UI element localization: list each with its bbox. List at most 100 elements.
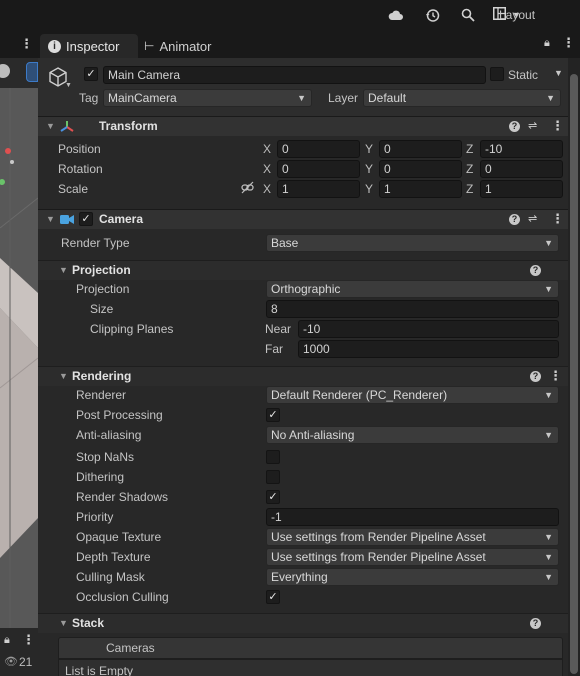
tab-menu-icon[interactable]: ⋮: [562, 35, 575, 51]
position-x-field[interactable]: 0: [277, 140, 360, 158]
chevron-down-icon[interactable]: ▼: [65, 82, 72, 89]
history-icon[interactable]: [422, 0, 442, 30]
culling-mask-dropdown[interactable]: Everything ▼: [266, 568, 559, 586]
scene-toolbar: [0, 58, 38, 88]
chevron-down-icon[interactable]: ▼: [554, 68, 563, 78]
presets-icon[interactable]: ⇌: [528, 117, 537, 135]
renderer-value: Default Renderer (PC_Renderer): [271, 388, 448, 402]
object-name-field[interactable]: Main Camera: [103, 66, 486, 84]
position-label: Position: [58, 142, 101, 156]
axis-z-label: Z: [466, 162, 474, 176]
camera-icon: [60, 214, 74, 228]
scrollbar-thumb[interactable]: [570, 74, 578, 674]
component-menu-icon[interactable]: ⋮: [551, 117, 564, 135]
projection-header[interactable]: ▼ Projection ?: [38, 260, 568, 280]
expand-triangle-icon[interactable]: ▼: [46, 117, 55, 135]
near-label: Near: [265, 322, 292, 336]
opaque-texture-dropdown[interactable]: Use settings from Render Pipeline Asset …: [266, 528, 559, 546]
scale-y-field[interactable]: 1: [379, 180, 462, 198]
inspector-tabs: i Inspector ⊢ Animator 🔒︎ ⋮: [38, 30, 580, 58]
renderer-label: Renderer: [76, 388, 127, 402]
rendering-header[interactable]: ▼ Rendering ? ⋮: [38, 366, 568, 386]
animator-icon: ⊢: [144, 39, 155, 53]
link-icon[interactable]: [241, 181, 255, 198]
camera-header[interactable]: ▼ ✓ Camera ? ⇌ ⋮: [38, 209, 568, 229]
help-icon[interactable]: ?: [530, 265, 541, 276]
rotation-x-field[interactable]: 0: [277, 160, 360, 178]
priority-field[interactable]: -1: [266, 508, 559, 526]
renderer-dropdown[interactable]: Default Renderer (PC_Renderer) ▼: [266, 386, 559, 404]
chevron-down-icon: ▼: [544, 552, 553, 562]
lock-icon[interactable]: 🔒︎: [544, 37, 550, 50]
tab-animator[interactable]: ⊢ Animator: [144, 34, 234, 58]
scale-x-field[interactable]: 1: [277, 180, 360, 198]
stack-header[interactable]: ▼ Stack ?: [38, 613, 568, 633]
chevron-down-icon: ▼: [297, 93, 306, 103]
expand-triangle-icon[interactable]: ▼: [59, 614, 68, 632]
render-shadows-checkbox[interactable]: ✓: [266, 490, 280, 504]
axis-x-label: X: [263, 162, 272, 176]
scene-mode-icon[interactable]: [26, 62, 38, 82]
cameras-label: Cameras: [106, 641, 155, 655]
occlusion-culling-checkbox[interactable]: ✓: [266, 590, 280, 604]
expand-triangle-icon[interactable]: ▼: [59, 367, 68, 385]
anti-aliasing-dropdown[interactable]: No Anti-aliasing ▼: [266, 426, 559, 444]
culling-mask-label: Culling Mask: [76, 570, 145, 584]
render-type-dropdown[interactable]: Base ▼: [266, 234, 559, 252]
size-field[interactable]: 8: [266, 300, 559, 318]
render-type-value: Base: [271, 236, 299, 250]
layer-label: Layer: [328, 91, 359, 105]
position-y-field[interactable]: 0: [379, 140, 462, 158]
stop-nans-checkbox[interactable]: [266, 450, 280, 464]
scene-view[interactable]: [0, 88, 38, 648]
help-icon[interactable]: ?: [530, 371, 541, 382]
rendering-section-title: Rendering: [72, 369, 132, 383]
rotation-z-field[interactable]: 0: [480, 160, 563, 178]
scale-z-field[interactable]: 1: [480, 180, 563, 198]
inspector-scrollbar[interactable]: [568, 58, 580, 676]
near-field[interactable]: -10: [298, 320, 559, 338]
help-icon[interactable]: ?: [509, 214, 520, 225]
chevron-down-icon: ▼: [544, 572, 553, 582]
tab-inspector[interactable]: i Inspector: [40, 34, 138, 58]
scene-footer: 🔒︎ ⋮ 👁︎ 21: [0, 628, 38, 676]
tag-dropdown[interactable]: MainCamera ▼: [103, 89, 312, 107]
visible-count: 21: [19, 655, 33, 669]
list-empty-text: List is Empty: [65, 664, 134, 676]
static-label: Static: [508, 68, 539, 82]
search-icon[interactable]: [458, 0, 478, 30]
transform-body: Position X 0 Y 0 Z -10 Rotation X 0 Y 0 …: [38, 137, 568, 203]
rotation-y-field[interactable]: 0: [379, 160, 462, 178]
dithering-checkbox[interactable]: [266, 470, 280, 484]
expand-triangle-icon[interactable]: ▼: [59, 261, 68, 279]
cloud-icon[interactable]: [386, 0, 406, 30]
presets-icon[interactable]: ⇌: [528, 210, 537, 228]
scene-panel-header: ⋮: [0, 30, 38, 58]
expand-triangle-icon[interactable]: ▼: [46, 210, 55, 228]
depth-texture-dropdown[interactable]: Use settings from Render Pipeline Asset …: [266, 548, 559, 566]
depth-texture-value: Use settings from Render Pipeline Asset: [271, 550, 486, 564]
chevron-down-icon: ▼: [546, 93, 555, 103]
layer-dropdown[interactable]: Default ▼: [363, 89, 561, 107]
scene-panel: ⋮ 🔒︎ ⋮ 👁︎ 21: [0, 30, 38, 676]
static-checkbox[interactable]: [490, 67, 504, 81]
position-z-field[interactable]: -10: [480, 140, 563, 158]
toggle-icon[interactable]: [0, 64, 10, 78]
help-icon[interactable]: ?: [509, 121, 520, 132]
object-active-checkbox[interactable]: ✓: [84, 67, 98, 81]
camera-enabled-checkbox[interactable]: ✓: [79, 212, 93, 226]
footer-menu-icon[interactable]: ⋮: [22, 632, 35, 648]
inspector-panel: ▼ ✓ Main Camera Static ▼ Tag MainCamera …: [38, 58, 568, 676]
layer-value: Default: [368, 91, 407, 105]
section-menu-icon[interactable]: ⋮: [549, 367, 562, 385]
axis-y-label: Y: [365, 142, 374, 156]
help-icon[interactable]: ?: [530, 618, 541, 629]
post-processing-checkbox[interactable]: ✓: [266, 408, 280, 422]
lock-icon[interactable]: 🔒︎: [4, 634, 10, 647]
far-field[interactable]: 1000: [298, 340, 559, 358]
scene-menu-icon[interactable]: ⋮: [20, 36, 33, 52]
layout-button[interactable]: Layout ▼: [493, 0, 535, 30]
transform-header[interactable]: ▼ Transform ? ⇌ ⋮: [38, 116, 568, 136]
projection-dropdown[interactable]: Orthographic ▼: [266, 280, 559, 298]
component-menu-icon[interactable]: ⋮: [551, 210, 564, 228]
